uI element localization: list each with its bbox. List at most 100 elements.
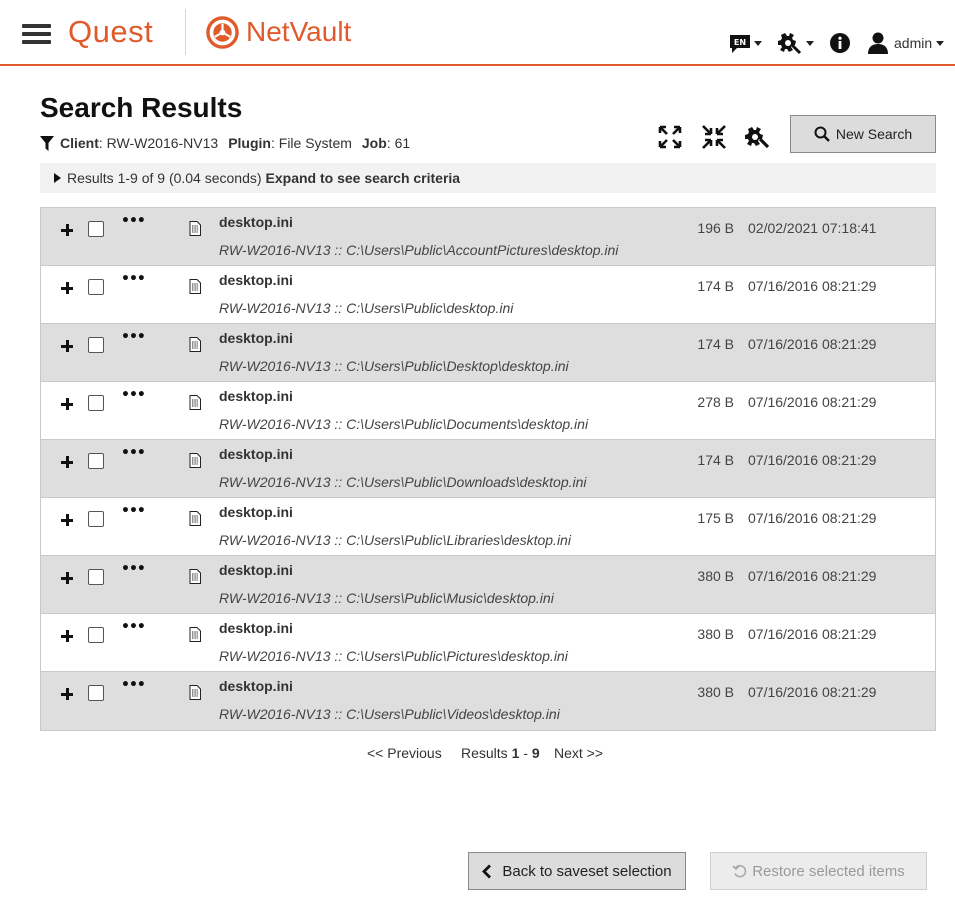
row-actions-icon[interactable]: •••: [121, 562, 146, 576]
triangle-right-icon: [54, 173, 61, 183]
netvault-logo-icon: [206, 16, 239, 49]
collapse-icon[interactable]: [701, 124, 727, 150]
file-size: 380 B: [697, 684, 734, 700]
expand-row-icon[interactable]: [61, 398, 75, 412]
row-actions-icon[interactable]: •••: [121, 388, 146, 402]
file-modified-date: 07/16/2016 08:21:29: [748, 336, 877, 352]
next-page-link[interactable]: Next >>: [554, 745, 603, 761]
expand-icon[interactable]: [657, 124, 683, 150]
row-checkbox[interactable]: [88, 395, 104, 411]
file-icon: [189, 569, 201, 584]
row-checkbox[interactable]: [88, 337, 104, 353]
result-row: ••• desktop.ini RW-W2016-NV13 :: C:\User…: [41, 382, 935, 440]
row-checkbox[interactable]: [88, 627, 104, 643]
file-name[interactable]: desktop.ini: [219, 562, 293, 578]
file-name[interactable]: desktop.ini: [219, 678, 293, 694]
row-actions-icon[interactable]: •••: [121, 446, 146, 460]
file-modified-date: 07/16/2016 08:21:29: [748, 278, 877, 294]
file-path: RW-W2016-NV13 :: C:\Users\Public\Account…: [219, 242, 619, 258]
file-size: 174 B: [697, 452, 734, 468]
settings-menu[interactable]: [778, 30, 814, 56]
expand-row-icon[interactable]: [61, 456, 75, 470]
file-name[interactable]: desktop.ini: [219, 504, 293, 520]
expand-row-icon[interactable]: [61, 630, 75, 644]
search-icon: [814, 126, 830, 142]
language-menu[interactable]: EN: [728, 30, 762, 56]
gear-icon[interactable]: [745, 124, 771, 150]
file-path: RW-W2016-NV13 :: C:\Users\Public\Librari…: [219, 532, 571, 548]
restore-selected-button[interactable]: Restore selected items: [710, 852, 927, 890]
new-search-label: New Search: [835, 126, 913, 142]
previous-page-link[interactable]: << Previous: [367, 745, 442, 761]
row-checkbox[interactable]: [88, 511, 104, 527]
result-row: ••• desktop.ini RW-W2016-NV13 :: C:\User…: [41, 208, 935, 266]
job-label: Job: [361, 135, 387, 151]
file-path: RW-W2016-NV13 :: C:\Users\Public\Picture…: [219, 648, 568, 664]
file-icon: [189, 685, 201, 700]
file-path: RW-W2016-NV13 :: C:\Users\Public\desktop…: [219, 300, 514, 316]
info-button[interactable]: [829, 30, 851, 56]
user-icon: [868, 32, 888, 54]
row-actions-icon[interactable]: •••: [121, 330, 146, 344]
expand-row-icon[interactable]: [61, 340, 75, 354]
file-name[interactable]: desktop.ini: [219, 330, 293, 346]
expand-row-icon[interactable]: [61, 282, 75, 296]
results-list: ••• desktop.ini RW-W2016-NV13 :: C:\User…: [40, 207, 936, 731]
new-search-button[interactable]: New Search: [790, 115, 936, 153]
file-icon: [189, 627, 201, 642]
tools-icon: [778, 33, 802, 55]
row-checkbox[interactable]: [88, 279, 104, 295]
file-name[interactable]: desktop.ini: [219, 214, 293, 230]
logo-divider: [185, 9, 186, 55]
row-actions-icon[interactable]: •••: [121, 678, 146, 692]
file-name[interactable]: desktop.ini: [219, 272, 293, 288]
expand-row-icon[interactable]: [61, 224, 75, 238]
file-path: RW-W2016-NV13 :: C:\Users\Public\Downloa…: [219, 474, 587, 490]
row-actions-icon[interactable]: •••: [121, 504, 146, 518]
file-modified-date: 07/16/2016 08:21:29: [748, 684, 877, 700]
file-size: 380 B: [697, 568, 734, 584]
chevron-down-icon: [936, 40, 945, 46]
row-actions-icon[interactable]: •••: [121, 272, 146, 286]
file-name[interactable]: desktop.ini: [219, 388, 293, 404]
netvault-logo-text: NetVault: [246, 16, 352, 47]
file-modified-date: 07/16/2016 08:21:29: [748, 626, 877, 642]
chevron-down-icon: [754, 40, 762, 46]
expand-row-icon[interactable]: [61, 688, 75, 702]
search-criteria-toggle[interactable]: Results 1-9 of 9 (0.04 seconds) Expand t…: [40, 163, 936, 193]
user-name: admin: [894, 35, 933, 51]
file-size: 380 B: [697, 626, 734, 642]
back-button-label: Back to saveset selection: [502, 862, 672, 880]
label-colon: :: [386, 135, 395, 151]
label-colon: :: [98, 135, 107, 151]
result-row: ••• desktop.ini RW-W2016-NV13 :: C:\User…: [41, 324, 935, 382]
file-name[interactable]: desktop.ini: [219, 620, 293, 636]
hamburger-menu-icon[interactable]: [22, 24, 51, 44]
row-actions-icon[interactable]: •••: [121, 620, 146, 634]
results-summary: Results 1-9 of 9 (0.04 seconds): [67, 170, 262, 186]
expand-criteria-link[interactable]: Expand to see search criteria: [266, 170, 461, 186]
result-row: ••• desktop.ini RW-W2016-NV13 :: C:\User…: [41, 266, 935, 324]
user-menu[interactable]: admin: [867, 30, 945, 56]
file-path: RW-W2016-NV13 :: C:\Users\Public\Music\d…: [219, 590, 554, 606]
expand-row-icon[interactable]: [61, 572, 75, 586]
label-colon: :: [270, 135, 279, 151]
chevron-down-icon: [806, 40, 814, 46]
expand-row-icon[interactable]: [61, 514, 75, 528]
row-checkbox[interactable]: [88, 221, 104, 237]
file-name[interactable]: desktop.ini: [219, 446, 293, 462]
client-label: Client: [60, 135, 99, 151]
row-checkbox[interactable]: [88, 685, 104, 701]
file-size: 174 B: [697, 278, 734, 294]
row-checkbox[interactable]: [88, 453, 104, 469]
restore-icon: [732, 864, 747, 878]
row-checkbox[interactable]: [88, 569, 104, 585]
job-value: 61: [394, 135, 411, 151]
back-to-saveset-button[interactable]: Back to saveset selection: [468, 852, 686, 890]
result-row: ••• desktop.ini RW-W2016-NV13 :: C:\User…: [41, 556, 935, 614]
file-icon: [189, 453, 201, 468]
file-path: RW-W2016-NV13 :: C:\Users\Public\Videos\…: [219, 706, 560, 722]
result-row: ••• desktop.ini RW-W2016-NV13 :: C:\User…: [41, 440, 935, 498]
row-actions-icon[interactable]: •••: [121, 214, 146, 228]
result-row: ••• desktop.ini RW-W2016-NV13 :: C:\User…: [41, 498, 935, 556]
